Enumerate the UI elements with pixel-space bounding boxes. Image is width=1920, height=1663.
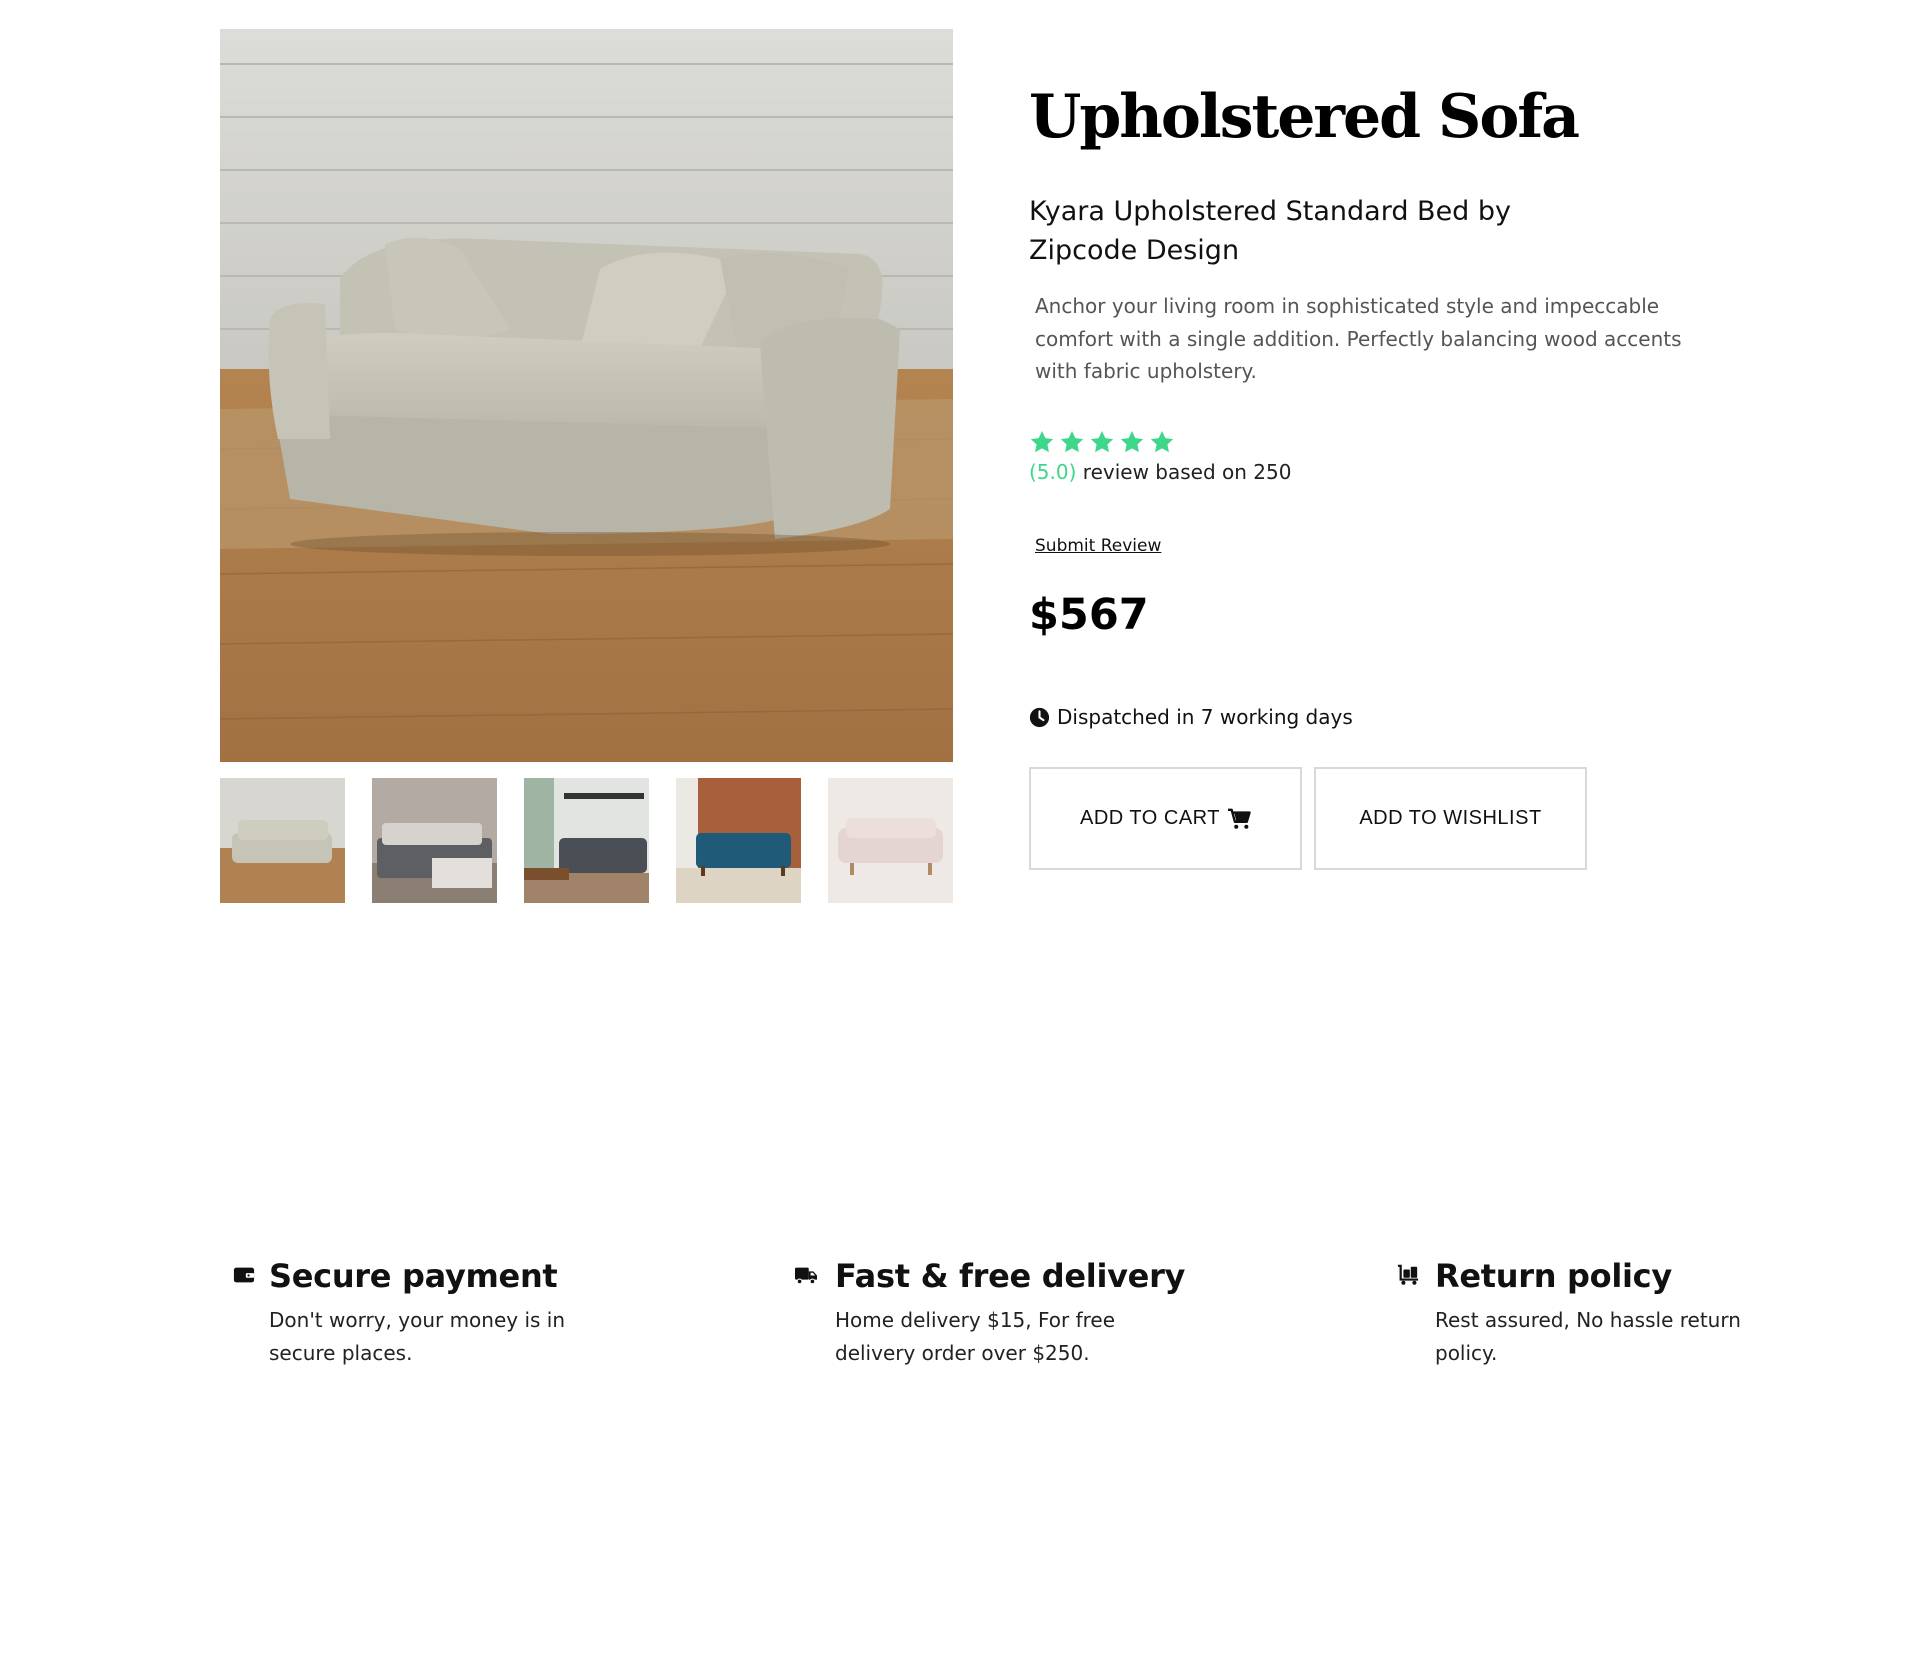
thumbnail-blue-tufted-sofa[interactable] [676, 778, 801, 903]
feature-text: Rest assured, No hassle return policy. [1435, 1308, 1741, 1365]
rating-score: (5.0) [1029, 460, 1077, 484]
star-icon [1090, 430, 1114, 453]
thumbnail-beige-sofa[interactable] [220, 778, 345, 903]
product-price: $567 [1029, 590, 1149, 640]
thumbnail-dark-grey-sofa[interactable] [524, 778, 649, 903]
clock-icon [1029, 707, 1050, 727]
add-to-cart-button[interactable]: ADD TO CART [1029, 767, 1302, 870]
star-icon [1030, 430, 1054, 453]
rating-summary: (5.0) review based on 250 [1029, 460, 1291, 484]
thumbnail-pink-tufted-sofa[interactable] [828, 778, 953, 903]
thumbnail-grey-sectional-sofa[interactable] [372, 778, 497, 903]
feature-title: Return policy [1435, 1257, 1672, 1295]
wallet-icon [233, 1267, 255, 1283]
add-to-wishlist-button[interactable]: ADD TO WISHLIST [1314, 767, 1587, 870]
feature-title: Secure payment [269, 1257, 558, 1295]
product-title: Upholstered Sofa [1029, 82, 1580, 152]
shopping-cart-icon [1227, 808, 1251, 829]
truck-icon [795, 1267, 817, 1285]
star-icon [1060, 430, 1084, 453]
product-subtitle: Kyara Upholstered Standard Bed by Zipcod… [1029, 196, 1512, 266]
submit-review-link[interactable]: Submit Review [1035, 536, 1161, 556]
luggage-cart-icon [1397, 1264, 1419, 1285]
feature-text: Home delivery $15, For free delivery ord… [835, 1308, 1116, 1365]
add-to-cart-label: ADD TO CART [1080, 807, 1220, 829]
star-icon [1120, 430, 1144, 453]
rating-stars [1029, 429, 1175, 455]
thumbnail-strip [220, 778, 953, 903]
dispatch-info: Dispatched in 7 working days [1029, 705, 1353, 729]
product-description: Anchor your living room in sophisticated… [1035, 294, 1682, 383]
star-icon [1150, 430, 1174, 453]
feature-text: Don't worry, your money is in secure pla… [269, 1308, 566, 1365]
feature-title: Fast & free delivery [835, 1257, 1186, 1295]
sofa-photo [220, 29, 953, 762]
review-count-text: review based on 250 [1076, 460, 1292, 484]
dispatch-text: Dispatched in 7 working days [1057, 705, 1353, 729]
main-product-image [220, 29, 953, 762]
